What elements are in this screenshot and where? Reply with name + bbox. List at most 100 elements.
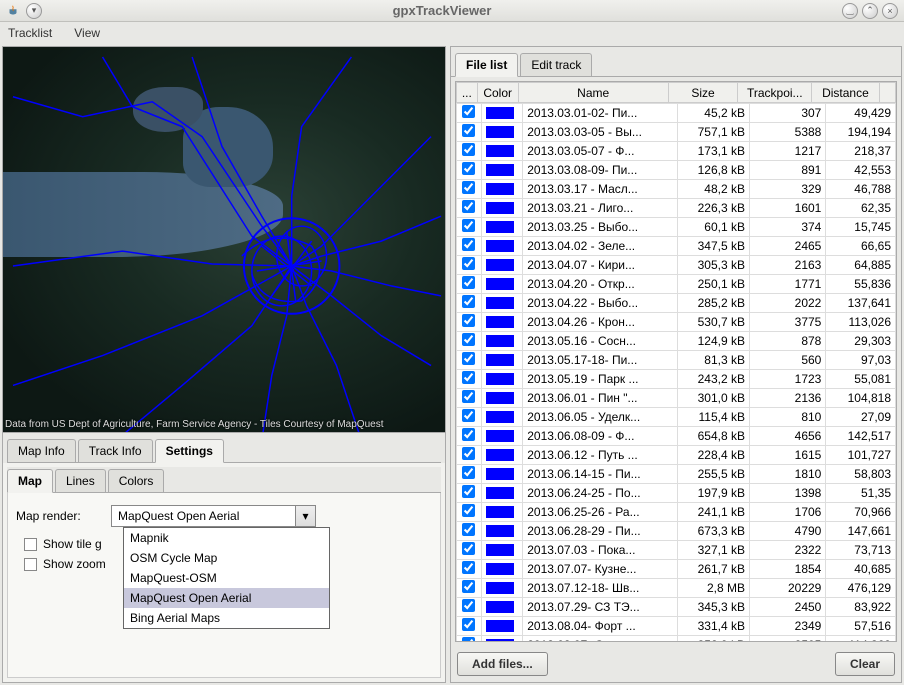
row-checkbox[interactable] xyxy=(462,238,475,251)
menu-view[interactable]: View xyxy=(70,24,104,42)
option-mapquest-aerial[interactable]: MapQuest Open Aerial xyxy=(124,588,329,608)
row-checkbox[interactable] xyxy=(462,542,475,555)
close-button[interactable]: × xyxy=(882,3,898,19)
row-color-swatch[interactable] xyxy=(486,107,514,119)
table-row[interactable]: 2013.08.04- Форт ...331,4 kB234957,516 xyxy=(457,617,896,636)
row-color-swatch[interactable] xyxy=(486,639,514,641)
row-color-swatch[interactable] xyxy=(486,221,514,233)
table-row[interactable]: 2013.06.14-15 - Пи...255,5 kB181058,803 xyxy=(457,465,896,484)
row-checkbox[interactable] xyxy=(462,580,475,593)
row-color-swatch[interactable] xyxy=(486,430,514,442)
row-checkbox[interactable] xyxy=(462,561,475,574)
table-row[interactable]: 2013.03.21 - Лиго...226,3 kB160162,35 xyxy=(457,199,896,218)
col-distance[interactable]: Distance xyxy=(812,83,879,103)
table-row[interactable]: 2013.06.01 - Пин "...301,0 kB2136104,818 xyxy=(457,389,896,408)
option-mapnik[interactable]: Mapnik xyxy=(124,528,329,548)
row-checkbox[interactable] xyxy=(462,314,475,327)
row-checkbox[interactable] xyxy=(462,466,475,479)
row-color-swatch[interactable] xyxy=(486,392,514,404)
row-color-swatch[interactable] xyxy=(486,620,514,632)
table-row[interactable]: 2013.06.05 - Уделк...115,4 kB81027,09 xyxy=(457,408,896,427)
map-render-dropdown[interactable]: MapQuest Open Aerial ▾ xyxy=(111,505,316,527)
table-row[interactable]: 2013.07.03 - Пока...327,1 kB232273,713 xyxy=(457,541,896,560)
row-color-swatch[interactable] xyxy=(486,259,514,271)
row-color-swatch[interactable] xyxy=(486,525,514,537)
subtab-colors[interactable]: Colors xyxy=(108,469,165,492)
show-zoom-checkbox[interactable] xyxy=(24,558,37,571)
col-color[interactable]: Color xyxy=(477,83,518,103)
menu-icon[interactable]: ▾ xyxy=(26,3,42,19)
row-color-swatch[interactable] xyxy=(486,183,514,195)
row-color-swatch[interactable] xyxy=(486,126,514,138)
table-row[interactable]: 2013.07.12-18- Шв...2,8 MB20229476,129 xyxy=(457,579,896,598)
table-row[interactable]: 2013.05.17-18- Пи...81,3 kB56097,03 xyxy=(457,351,896,370)
show-tile-grid-checkbox[interactable] xyxy=(24,538,37,551)
row-color-swatch[interactable] xyxy=(486,449,514,461)
row-color-swatch[interactable] xyxy=(486,145,514,157)
row-color-swatch[interactable] xyxy=(486,468,514,480)
menu-tracklist[interactable]: Tracklist xyxy=(4,24,56,42)
row-color-swatch[interactable] xyxy=(486,563,514,575)
table-row[interactable]: 2013.05.19 - Парк ...243,2 kB172355,081 xyxy=(457,370,896,389)
table-row[interactable]: 2013.04.07 - Кири...305,3 kB216364,885 xyxy=(457,256,896,275)
row-checkbox[interactable] xyxy=(462,504,475,517)
row-color-swatch[interactable] xyxy=(486,335,514,347)
row-color-swatch[interactable] xyxy=(486,354,514,366)
row-checkbox[interactable] xyxy=(462,162,475,175)
tab-settings[interactable]: Settings xyxy=(155,439,224,463)
row-checkbox[interactable] xyxy=(462,200,475,213)
minimize-button[interactable]: ‿ xyxy=(842,3,858,19)
row-checkbox[interactable] xyxy=(462,333,475,346)
row-color-swatch[interactable] xyxy=(486,278,514,290)
row-checkbox[interactable] xyxy=(462,447,475,460)
table-row[interactable]: 2013.06.24-25 - По...197,9 kB139851,35 xyxy=(457,484,896,503)
row-checkbox[interactable] xyxy=(462,105,475,118)
map-viewport[interactable]: Data from US Dept of Agriculture, Farm S… xyxy=(3,47,445,433)
row-color-swatch[interactable] xyxy=(486,240,514,252)
table-row[interactable]: 2013.05.16 - Сосн...124,9 kB87829,303 xyxy=(457,332,896,351)
row-checkbox[interactable] xyxy=(462,390,475,403)
row-color-swatch[interactable] xyxy=(486,487,514,499)
table-row[interactable]: 2013.03.01-02- Пи...45,2 kB30749,429 xyxy=(457,104,896,123)
row-color-swatch[interactable] xyxy=(486,411,514,423)
table-row[interactable]: 2013.06.08-09 - Ф...654,8 kB4656142,517 xyxy=(457,427,896,446)
tab-file-list[interactable]: File list xyxy=(455,53,518,77)
option-osm-cycle[interactable]: OSM Cycle Map xyxy=(124,548,329,568)
col-size[interactable]: Size xyxy=(668,83,738,103)
row-color-swatch[interactable] xyxy=(486,544,514,556)
row-color-swatch[interactable] xyxy=(486,164,514,176)
table-row[interactable]: 2013.03.25 - Выбо...60,1 kB37415,745 xyxy=(457,218,896,237)
row-checkbox[interactable] xyxy=(462,409,475,422)
row-checkbox[interactable] xyxy=(462,276,475,289)
row-checkbox[interactable] xyxy=(462,352,475,365)
row-color-swatch[interactable] xyxy=(486,506,514,518)
table-row[interactable]: 2013.06.25-26 - Ра...241,1 kB170670,966 xyxy=(457,503,896,522)
row-color-swatch[interactable] xyxy=(486,601,514,613)
row-checkbox[interactable] xyxy=(462,371,475,384)
row-checkbox[interactable] xyxy=(462,618,475,631)
tab-edit-track[interactable]: Edit track xyxy=(520,53,592,76)
table-row[interactable]: 2013.04.20 - Откр...250,1 kB177155,836 xyxy=(457,275,896,294)
row-checkbox[interactable] xyxy=(462,257,475,270)
row-color-swatch[interactable] xyxy=(486,373,514,385)
row-checkbox[interactable] xyxy=(462,295,475,308)
option-mapquest-osm[interactable]: MapQuest-OSM xyxy=(124,568,329,588)
row-color-swatch[interactable] xyxy=(486,297,514,309)
tab-map-info[interactable]: Map Info xyxy=(7,439,76,462)
table-row[interactable]: 2013.07.07- Кузне...261,7 kB185440,685 xyxy=(457,560,896,579)
subtab-map[interactable]: Map xyxy=(7,469,53,493)
row-checkbox[interactable] xyxy=(462,523,475,536)
col-check[interactable]: ... xyxy=(457,83,478,103)
table-row[interactable]: 2013.04.26 - Крон...530,7 kB3775113,026 xyxy=(457,313,896,332)
option-bing-aerial[interactable]: Bing Aerial Maps xyxy=(124,608,329,628)
row-checkbox[interactable] xyxy=(462,599,475,612)
table-row[interactable]: 2013.03.05-07 - Ф...173,1 kB1217218,37 xyxy=(457,142,896,161)
table-row[interactable]: 2013.04.22 - Выбо...285,2 kB2022137,641 xyxy=(457,294,896,313)
row-checkbox[interactable] xyxy=(462,428,475,441)
row-checkbox[interactable] xyxy=(462,143,475,156)
tab-track-info[interactable]: Track Info xyxy=(78,439,153,462)
clear-button[interactable]: Clear xyxy=(835,652,895,676)
table-row[interactable]: 2013.03.03-05 - Вы...757,1 kB5388194,194 xyxy=(457,123,896,142)
maximize-button[interactable]: ⌃ xyxy=(862,3,878,19)
add-files-button[interactable]: Add files... xyxy=(457,652,548,676)
